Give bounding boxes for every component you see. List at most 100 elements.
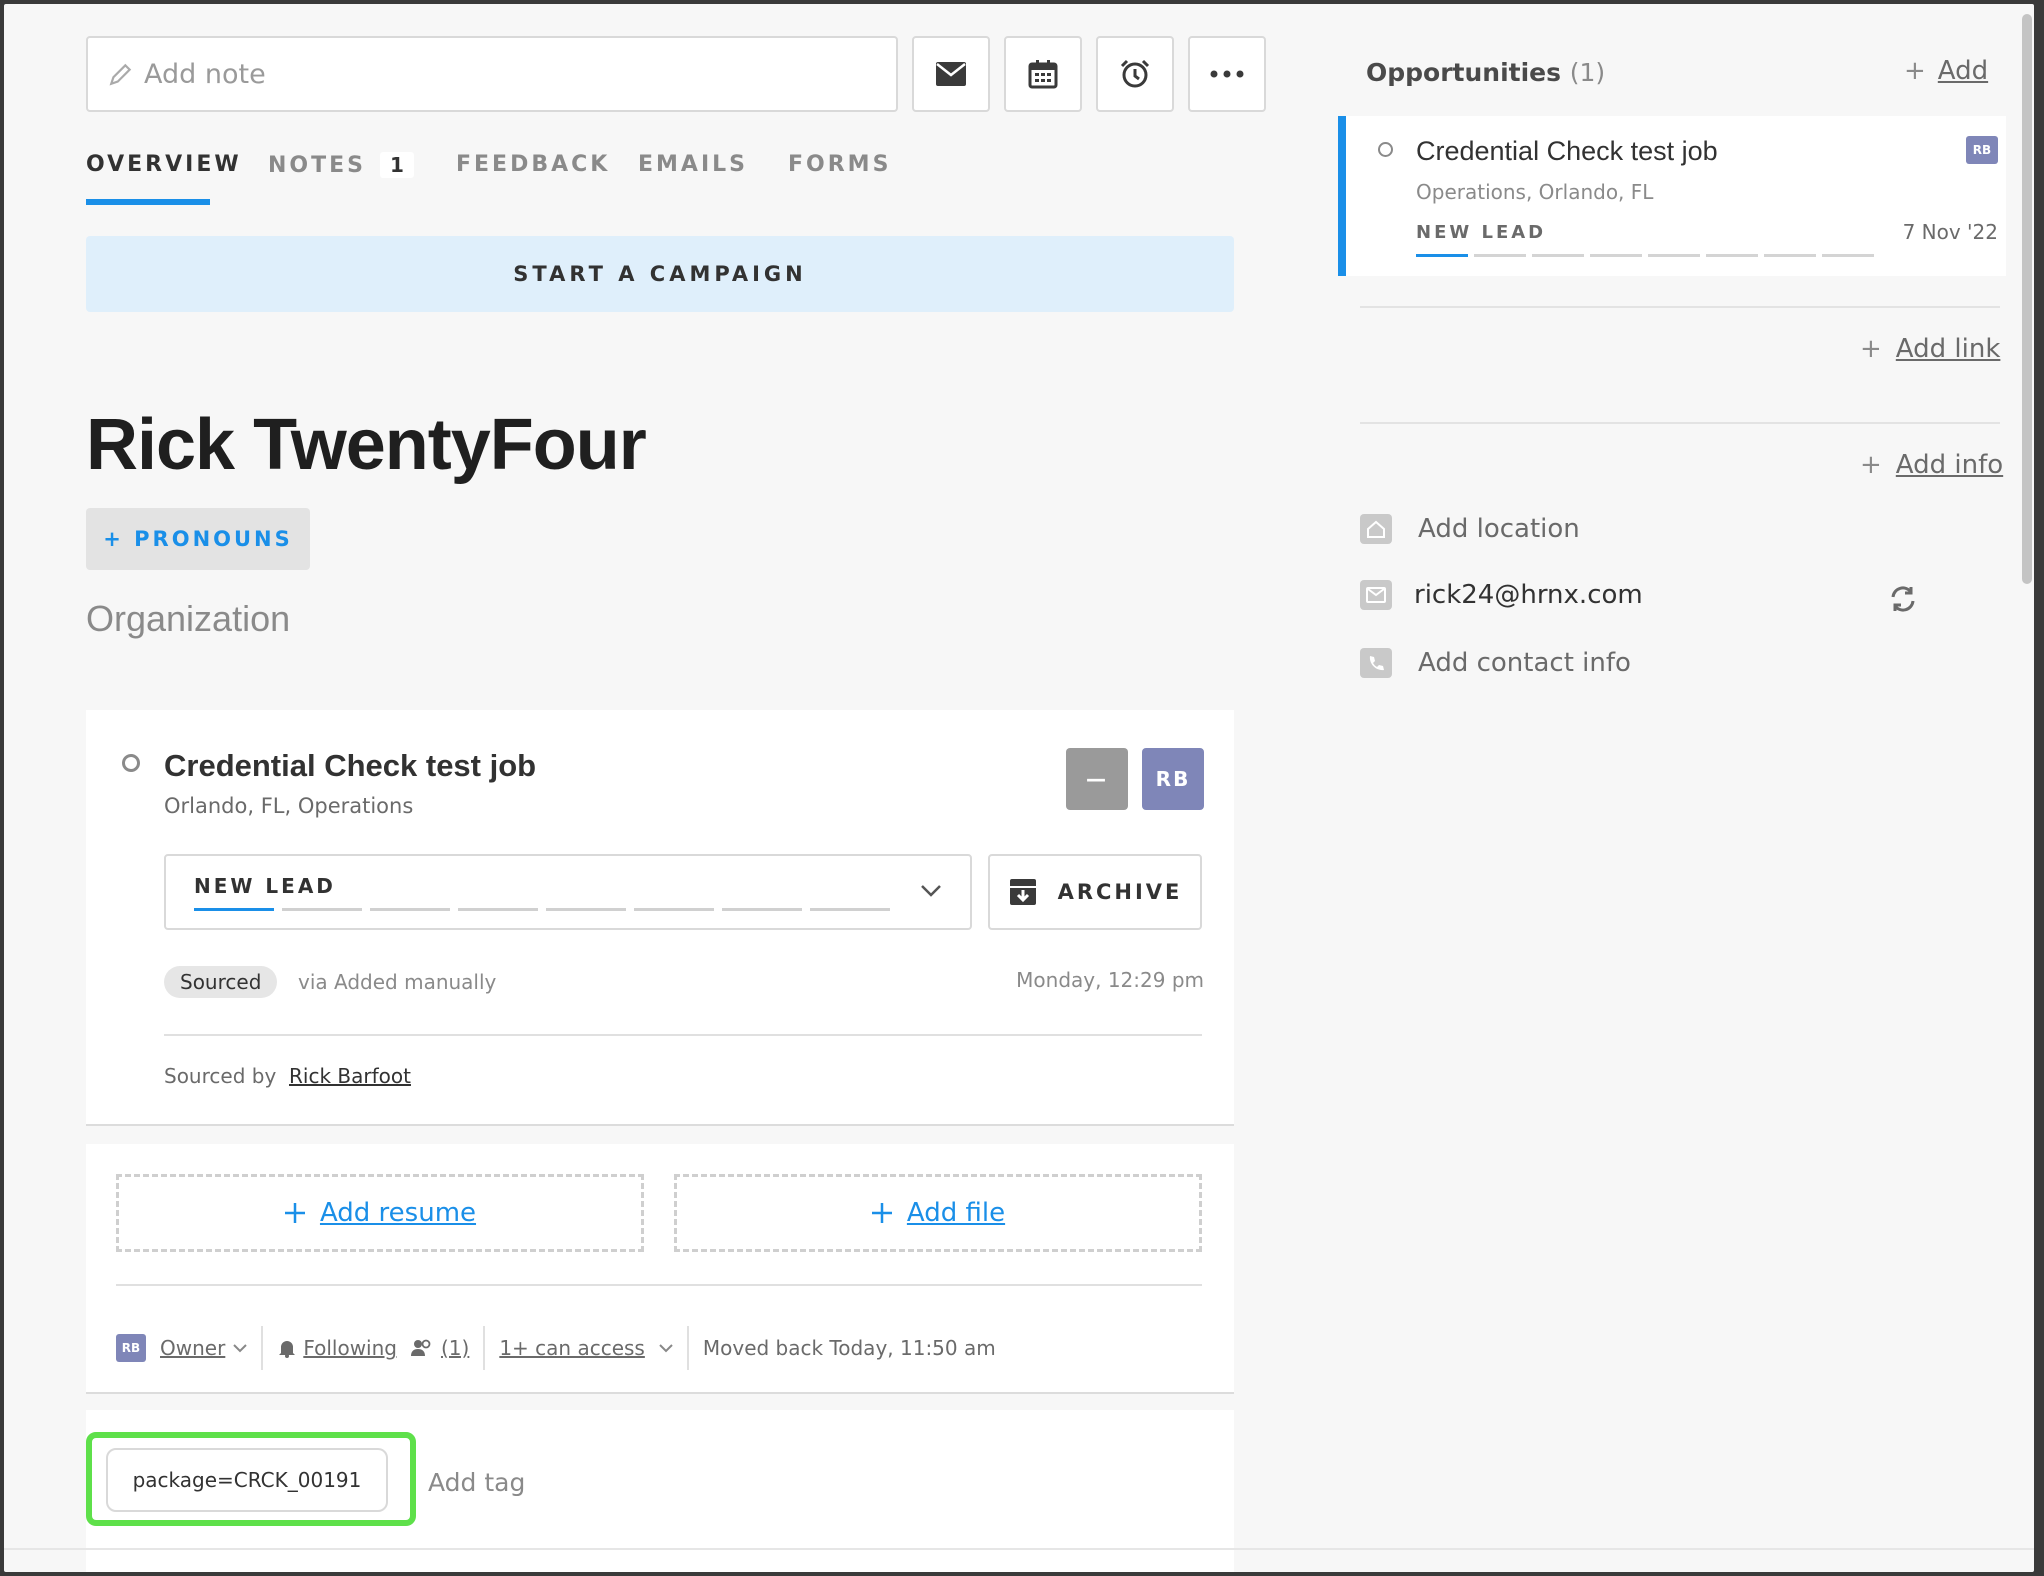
sourced-by-user-link[interactable]: Rick Barfoot [289, 1064, 411, 1088]
opportunities-heading: Opportunities (1) [1366, 58, 1605, 87]
add-file-dropzone[interactable]: Add file [674, 1174, 1202, 1252]
job-application-card: Credential Check test job Orlando, FL, O… [86, 710, 1234, 1126]
add-note-placeholder: Add note [144, 58, 266, 90]
stage-progress-segment [1648, 254, 1700, 257]
opportunity-date: 7 Nov '22 [1902, 220, 1998, 244]
divider [1360, 306, 2000, 308]
chevron-down-icon [659, 1343, 673, 1352]
stage-progress-segment [546, 908, 626, 911]
add-link-button[interactable]: + Add link [1860, 334, 2000, 364]
stage-progress-segment [194, 908, 274, 911]
opportunity-title: Credential Check test job [1416, 136, 1718, 166]
stage-progress-segment [1532, 254, 1584, 257]
separator [261, 1326, 264, 1370]
divider [116, 1284, 1202, 1286]
archive-button[interactable]: ARCHIVE [988, 854, 1202, 930]
owner-avatar: RB [116, 1334, 146, 1362]
opportunity-owner-avatar: RB [1966, 136, 1998, 164]
unassigned-avatar[interactable]: — [1066, 748, 1128, 810]
bell-icon [279, 1341, 296, 1358]
contact-row[interactable]: Add contact info [1360, 648, 1631, 678]
applied-timestamp: Monday, 12:29 pm [1016, 968, 1204, 992]
add-file-link[interactable]: Add file [907, 1198, 1005, 1228]
add-resume-link[interactable]: Add resume [320, 1198, 476, 1228]
plus-icon [871, 1203, 892, 1223]
job-title[interactable]: Credential Check test job [164, 748, 536, 784]
add-opportunity-button[interactable]: + Add [1904, 56, 1988, 86]
source-via: via Added manually [298, 970, 497, 994]
opportunity-card[interactable]: Credential Check test job Operations, Or… [1338, 116, 2006, 276]
more-actions-button[interactable] [1188, 36, 1266, 112]
separator [686, 1326, 689, 1370]
plus-icon [284, 1203, 305, 1223]
files-card: Add resume Add file RB Owner Following (… [86, 1144, 1234, 1394]
tab-notes-label: NOTES [268, 153, 366, 178]
scrollbar-thumb[interactable] [2022, 14, 2032, 584]
tag-chip[interactable]: package=CRCK_00191 [106, 1448, 388, 1512]
sourced-by-row: Sourced by Rick Barfoot [164, 1064, 411, 1088]
opportunity-stage: NEW LEAD [1416, 222, 1547, 243]
recruiter-avatar[interactable]: RB [1142, 748, 1204, 810]
stage-progress-segment [810, 908, 890, 911]
stage-progress-segment [1822, 254, 1874, 257]
owner-dropdown[interactable]: Owner [160, 1336, 225, 1360]
notes-count-badge: 1 [380, 152, 414, 178]
stage-label: NEW LEAD [194, 874, 336, 898]
stage-progress-segment [1416, 254, 1468, 257]
stage-progress-segment [1764, 254, 1816, 257]
add-note-input[interactable]: Add note [86, 36, 898, 112]
add-resume-dropzone[interactable]: Add resume [116, 1174, 644, 1252]
candidate-name: Rick TwentyFour [86, 405, 647, 485]
followers-count[interactable]: (1) [441, 1336, 469, 1360]
tab-overview[interactable]: OVERVIEW [86, 152, 242, 177]
email-button[interactable] [912, 36, 990, 112]
stage-progress-segment [1474, 254, 1526, 257]
chevron-down-icon [921, 885, 941, 897]
sourced-by-label: Sourced by [164, 1064, 277, 1088]
mail-icon [1360, 580, 1392, 610]
status-circle-icon [122, 754, 140, 772]
stage-progress-segment [1706, 254, 1758, 257]
tab-feedback[interactable]: FEEDBACK [456, 152, 610, 177]
alarm-icon [1120, 59, 1150, 88]
separator [483, 1326, 486, 1370]
opportunities-count: (1) [1569, 58, 1606, 87]
moved-status: Moved back Today, 11:50 am [702, 1336, 996, 1360]
phone-icon [1360, 648, 1392, 678]
reminder-button[interactable] [1096, 36, 1174, 112]
active-tab-indicator [86, 199, 210, 205]
followers-icon [410, 1339, 431, 1356]
start-campaign-button[interactable]: START A CAMPAIGN [86, 236, 1234, 312]
organization-field[interactable]: Organization [86, 598, 290, 640]
divider [1360, 422, 2000, 424]
add-info-button[interactable]: + Add info [1860, 450, 2003, 480]
home-icon [1360, 514, 1392, 544]
source-badge: Sourced [164, 966, 278, 998]
schedule-button[interactable] [1004, 36, 1082, 112]
tab-emails[interactable]: EMAILS [638, 152, 748, 177]
following-toggle[interactable]: Following [303, 1336, 397, 1360]
add-link-label: Add link [1895, 334, 2001, 364]
candidate-profile-window: Add note OVERVIEW NOTES 1 FEEDBACK EMAILS… [4, 4, 2034, 1572]
status-circle-icon [1378, 142, 1393, 157]
tab-forms[interactable]: FORMS [788, 152, 891, 177]
mail-icon [936, 62, 966, 86]
opportunity-location: Operations, Orlando, FL [1416, 180, 1654, 204]
stage-dropdown[interactable]: NEW LEAD [164, 854, 972, 930]
calendar-icon [1028, 60, 1058, 89]
add-location-label: Add location [1418, 514, 1580, 544]
stage-progress-segment [634, 908, 714, 911]
email-address: rick24@hrnx.com [1414, 580, 1643, 610]
tab-notes[interactable]: NOTES 1 [268, 152, 414, 178]
add-pronouns-button[interactable]: + PRONOUNS [86, 508, 310, 570]
add-info-label: Add info [1895, 450, 2004, 480]
email-row[interactable]: rick24@hrnx.com [1360, 580, 1643, 610]
more-icon [1210, 70, 1244, 78]
job-location: Orlando, FL, Operations [164, 794, 414, 818]
stage-progress-segment [458, 908, 538, 911]
sync-icon[interactable] [1888, 584, 1918, 614]
location-row[interactable]: Add location [1360, 514, 1580, 544]
archive-icon [1009, 879, 1036, 905]
add-tag-input[interactable]: Add tag [428, 1468, 525, 1497]
access-dropdown[interactable]: 1+ can access [499, 1336, 645, 1360]
